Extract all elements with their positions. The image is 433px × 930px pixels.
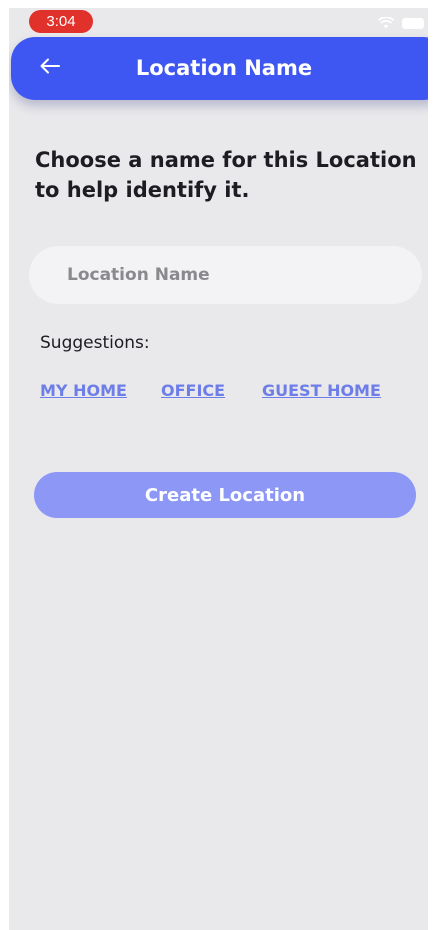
status-bar: 3:04 — [9, 8, 428, 34]
status-icons — [377, 14, 424, 33]
suggestions-label: Suggestions: — [40, 333, 150, 353]
page-title: Location Name — [135, 56, 313, 80]
headline: Choose a name for this Location to help … — [35, 148, 417, 202]
battery-icon — [402, 18, 424, 29]
create-location-button[interactable]: Create Location — [34, 472, 416, 518]
screen: 3:04 Location Name Choose a name for thi… — [9, 8, 428, 930]
status-time: 3:04 — [29, 10, 93, 33]
app-bar: Location Name — [11, 37, 428, 100]
wifi-icon — [377, 14, 395, 33]
location-name-input[interactable] — [29, 246, 422, 304]
suggestion-my-home[interactable]: MY HOME — [40, 381, 127, 400]
suggestion-guest-home[interactable]: GUEST HOME — [262, 381, 381, 400]
suggestion-office[interactable]: OFFICE — [161, 381, 225, 400]
